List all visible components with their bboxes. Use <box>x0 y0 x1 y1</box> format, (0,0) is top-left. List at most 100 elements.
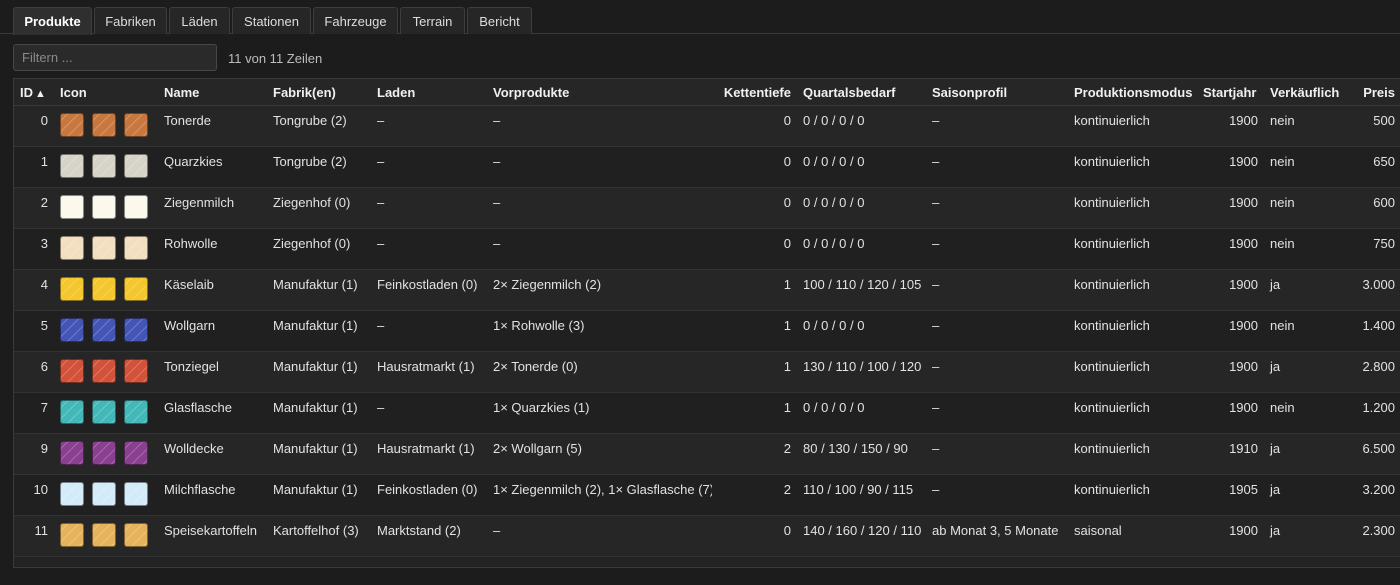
cell-produktionsmodus: kontinuierlich <box>1068 310 1197 352</box>
cell-laden: Marktstand (2) <box>371 515 487 557</box>
table-row[interactable]: 9 Wolldecke Manufaktur (1) Hausratmarkt (1)… <box>14 433 1400 475</box>
product-swatch-icon <box>92 523 116 547</box>
product-swatch-icon <box>60 482 84 506</box>
cell-vorprodukte: – <box>487 187 712 229</box>
table-row[interactable]: 1 Quarzkies Tongrube (2) – –0 0 / 0 / 0 / 0– k… <box>14 146 1400 188</box>
cell-laden: – <box>371 105 487 147</box>
cell-kettentiefe: 0 <box>712 515 797 557</box>
product-icon-group <box>60 195 152 219</box>
cell-icon <box>54 146 158 188</box>
cell-startjahr: 1900 <box>1197 351 1264 393</box>
product-swatch-icon <box>92 113 116 137</box>
cell-name: Quarzkies <box>158 146 267 188</box>
cell-startjahr: 1900 <box>1197 515 1264 557</box>
tab-stationen[interactable]: Stationen <box>232 7 311 34</box>
column-header-saisonprofil[interactable]: Saisonprofil <box>926 79 1068 106</box>
tab-produkte[interactable]: Produkte <box>13 7 92 35</box>
column-header-vorprodukte[interactable]: Vorprodukte <box>487 79 712 106</box>
product-swatch-icon <box>60 154 84 178</box>
cell-name: Tonerde <box>158 105 267 147</box>
product-swatch-icon <box>124 154 148 178</box>
cell-vorprodukte: 2× Ziegenmilch (2) <box>487 269 712 311</box>
table-row[interactable]: 10 Milchflasche Manufaktur (1) Feinkostlade… <box>14 474 1400 516</box>
cell-quartalsbedarf: 110 / 100 / 90 / 115 <box>797 474 926 516</box>
cell-saisonprofil: – <box>926 310 1068 352</box>
table-body: 0 Tonerde Tongrube (2) – –0 0 / 0 / 0 / 0– kon… <box>14 105 1400 557</box>
product-icon-group <box>60 236 152 260</box>
cell-verkaeuflich: nein <box>1264 105 1342 147</box>
table-row[interactable]: 7 Glasflasche Manufaktur (1) –1× Quarzkies … <box>14 392 1400 434</box>
product-swatch-icon <box>92 236 116 260</box>
cell-preis: 750 <box>1342 228 1400 270</box>
cell-startjahr: 1900 <box>1197 392 1264 434</box>
product-swatch-icon <box>92 318 116 342</box>
cell-kettentiefe: 0 <box>712 146 797 188</box>
filter-input[interactable] <box>13 44 217 71</box>
column-header-name[interactable]: Name <box>158 79 267 106</box>
product-swatch-icon <box>60 400 84 424</box>
column-header-preis[interactable]: Preis <box>1342 79 1400 106</box>
cell-icon <box>54 351 158 393</box>
tab-bericht[interactable]: Bericht <box>467 7 532 34</box>
cell-produktionsmodus: kontinuierlich <box>1068 392 1197 434</box>
column-header-produktionsmodus[interactable]: Produktionsmodus <box>1068 79 1197 106</box>
column-header-laden[interactable]: Laden <box>371 79 487 106</box>
product-swatch-icon <box>92 277 116 301</box>
cell-name: Käselaib <box>158 269 267 311</box>
cell-verkaeuflich: nein <box>1264 146 1342 188</box>
column-header-verkaeuflich[interactable]: Verkäuflich <box>1264 79 1342 106</box>
cell-verkaeuflich: nein <box>1264 187 1342 229</box>
cell-laden: – <box>371 228 487 270</box>
table-row[interactable]: 3 Rohwolle Ziegenhof (0) – –0 0 / 0 / 0 / 0– k… <box>14 228 1400 270</box>
cell-produktionsmodus: kontinuierlich <box>1068 146 1197 188</box>
cell-vorprodukte: 2× Tonerde (0) <box>487 351 712 393</box>
product-swatch-icon <box>60 236 84 260</box>
cell-quartalsbedarf: 0 / 0 / 0 / 0 <box>797 146 926 188</box>
column-header-kettentiefe[interactable]: Kettentiefe <box>712 79 797 106</box>
cell-startjahr: 1905 <box>1197 474 1264 516</box>
table-row[interactable]: 0 Tonerde Tongrube (2) – –0 0 / 0 / 0 / 0– kon… <box>14 105 1400 147</box>
table-row[interactable]: 6 Tonziegel Manufaktur (1) Hausratmarkt (1)… <box>14 351 1400 393</box>
cell-icon <box>54 515 158 557</box>
tab-laeden[interactable]: Läden <box>169 7 230 34</box>
column-header-icon[interactable]: Icon <box>54 79 158 106</box>
cell-laden: Feinkostladen (0) <box>371 474 487 516</box>
cell-id: 0 <box>14 105 54 147</box>
column-header-fabriken[interactable]: Fabrik(en) <box>267 79 371 106</box>
cell-kettentiefe: 1 <box>712 351 797 393</box>
cell-fabriken: Tongrube (2) <box>267 146 371 188</box>
table-row[interactable]: 11 Speisekartoffeln Kartoffelhof (3) Markts… <box>14 515 1400 557</box>
cell-id: 10 <box>14 474 54 516</box>
cell-preis: 650 <box>1342 146 1400 188</box>
product-swatch-icon <box>60 318 84 342</box>
column-header-quartalsbedarf[interactable]: Quartalsbedarf <box>797 79 926 106</box>
table-row[interactable]: 2 Ziegenmilch Ziegenhof (0) – –0 0 / 0 / 0 / … <box>14 187 1400 229</box>
table-row[interactable]: 4 Käselaib Manufaktur (1) Feinkostladen (0)… <box>14 269 1400 311</box>
cell-quartalsbedarf: 80 / 130 / 150 / 90 <box>797 433 926 475</box>
cell-verkaeuflich: ja <box>1264 433 1342 475</box>
cell-vorprodukte: – <box>487 515 712 557</box>
cell-preis: 2.800 <box>1342 351 1400 393</box>
product-swatch-icon <box>124 318 148 342</box>
cell-quartalsbedarf: 130 / 110 / 100 / 120 <box>797 351 926 393</box>
tab-fahrzeuge[interactable]: Fahrzeuge <box>313 7 398 34</box>
cell-startjahr: 1910 <box>1197 433 1264 475</box>
table-row[interactable]: 5 Wollgarn Manufaktur (1) –1× Rohwolle (3) 1… <box>14 310 1400 352</box>
product-swatch-icon <box>60 113 84 137</box>
product-swatch-icon <box>124 482 148 506</box>
cell-quartalsbedarf: 100 / 110 / 120 / 105 <box>797 269 926 311</box>
tab-fabriken[interactable]: Fabriken <box>94 7 167 34</box>
product-swatch-icon <box>124 523 148 547</box>
product-swatch-icon <box>92 482 116 506</box>
tab-terrain[interactable]: Terrain <box>400 7 465 34</box>
column-header-startjahr[interactable]: Startjahr <box>1197 79 1264 106</box>
cell-name: Ziegenmilch <box>158 187 267 229</box>
cell-fabriken: Kartoffelhof (3) <box>267 515 371 557</box>
cell-startjahr: 1900 <box>1197 310 1264 352</box>
cell-quartalsbedarf: 0 / 0 / 0 / 0 <box>797 228 926 270</box>
cell-kettentiefe: 1 <box>712 310 797 352</box>
cell-name: Milchflasche <box>158 474 267 516</box>
cell-preis: 2.300 <box>1342 515 1400 557</box>
column-header-id[interactable]: ID ▲ <box>14 79 54 106</box>
cell-vorprodukte: 2× Wollgarn (5) <box>487 433 712 475</box>
